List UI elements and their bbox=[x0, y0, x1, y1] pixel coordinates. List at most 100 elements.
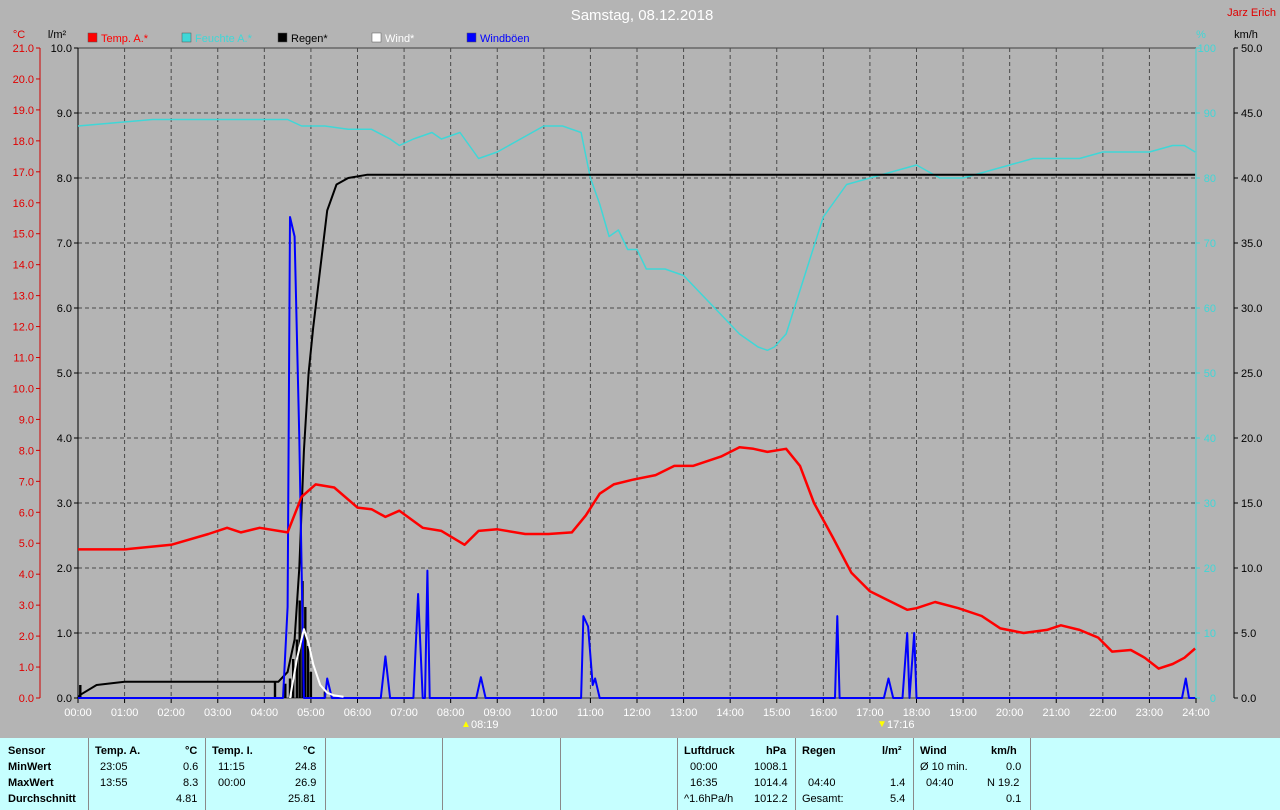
divider bbox=[795, 738, 796, 810]
temp-tick-label: 11.0 bbox=[13, 353, 34, 365]
chart-title: Samstag, 08.12.2018 bbox=[571, 7, 714, 24]
temp-tick-label: 20.0 bbox=[13, 74, 34, 86]
wind-r1-label: Ø 10 min. bbox=[920, 761, 968, 773]
humidity-tick-label: 80 bbox=[1204, 173, 1216, 185]
x-tick-label: 07:00 bbox=[390, 707, 418, 719]
x-tick-label: 19:00 bbox=[949, 707, 977, 719]
x-tick-label: 10:00 bbox=[530, 707, 558, 719]
x-tick-label: 23:00 bbox=[1136, 707, 1164, 719]
wind-tick-label: 30.0 bbox=[1241, 303, 1262, 315]
wind-tick-label: 35.0 bbox=[1241, 238, 1262, 250]
temp-tick-label: 5.0 bbox=[19, 538, 34, 550]
legend-label: Windböen bbox=[480, 33, 530, 45]
wind-r2-value: N 19.2 bbox=[987, 777, 1020, 789]
x-tick-label: 22:00 bbox=[1089, 707, 1117, 719]
pressure-r2-value: 1014.4 bbox=[754, 777, 788, 789]
x-tick-label: 01:00 bbox=[111, 707, 139, 719]
pressure-r1-value: 1008.1 bbox=[754, 761, 788, 773]
divider bbox=[442, 738, 443, 810]
min-row-label: MinWert bbox=[8, 761, 52, 773]
right-axes: 0 10 20 30 40 50 60 70 80 90 100 0.0 5.0 10.0 15.0 20.0… bbox=[1195, 43, 1262, 705]
x-tick-label: 12:00 bbox=[623, 707, 651, 719]
x-tick-label: 13:00 bbox=[670, 707, 698, 719]
wind-tick-label: 40.0 bbox=[1241, 173, 1262, 185]
temp-tick-label: 1.0 bbox=[19, 662, 34, 674]
temp-tick-label: 13.0 bbox=[13, 291, 34, 303]
wind-tick-label: 5.0 bbox=[1241, 628, 1256, 640]
temp-a-unit: °C bbox=[185, 745, 198, 757]
pressure-unit: hPa bbox=[766, 745, 787, 757]
wind-r2-label: 04:40 bbox=[926, 777, 954, 789]
rain-r2-value: 1.4 bbox=[890, 777, 906, 789]
wind-r3-value: 0.1 bbox=[1006, 793, 1022, 805]
x-tick-label: 11:00 bbox=[577, 707, 604, 719]
x-tick-label: 09:00 bbox=[483, 707, 511, 719]
temp-tick-label: 7.0 bbox=[19, 476, 34, 488]
x-tick-label: 15:00 bbox=[763, 707, 791, 719]
humidity-tick-label: 50 bbox=[1204, 368, 1216, 380]
legend-swatch bbox=[181, 32, 192, 43]
x-tick-label: 21:00 bbox=[1042, 707, 1070, 719]
rain-bar bbox=[273, 681, 277, 699]
rain-bar bbox=[309, 672, 313, 698]
rain-tick-label: 4.0 bbox=[57, 433, 72, 445]
temp-tick-label: 10.0 bbox=[13, 383, 34, 395]
rain-header: Regen bbox=[802, 745, 836, 757]
rain-tick-label: 3.0 bbox=[57, 498, 72, 510]
temp-tick-label: 9.0 bbox=[19, 414, 34, 426]
rain-tick-label: 6.0 bbox=[57, 303, 72, 315]
wind-tick-label: 15.0 bbox=[1241, 498, 1262, 510]
sensor-header: Sensor bbox=[8, 745, 46, 757]
x-tick-label: 17:00 bbox=[856, 707, 884, 719]
temp-axis-unit: °C bbox=[13, 29, 25, 41]
humidity-axis-unit: % bbox=[1196, 29, 1206, 41]
temp-tick-label: 2.0 bbox=[19, 631, 34, 643]
divider bbox=[205, 738, 206, 810]
divider bbox=[677, 738, 678, 810]
wind-tick-label: 50.0 bbox=[1241, 43, 1262, 55]
x-tick-label: 08:00 bbox=[437, 707, 465, 719]
wind-tick-label: 45.0 bbox=[1241, 108, 1262, 120]
legend-swatch bbox=[371, 32, 382, 43]
humidity-tick-label: 30 bbox=[1204, 498, 1216, 510]
temp-tick-label: 8.0 bbox=[19, 445, 34, 457]
humidity-tick-label: 60 bbox=[1204, 303, 1216, 315]
temp-tick-label: 21.0 bbox=[13, 43, 34, 55]
legend-label: Regen* bbox=[291, 33, 328, 45]
rain-tick-label: 1.0 bbox=[57, 628, 72, 640]
x-tick-label: 14:00 bbox=[716, 707, 744, 719]
temp-a-max-time: 13:55 bbox=[100, 777, 128, 789]
rain-tick-label: 5.0 bbox=[57, 368, 72, 380]
wind-tick-label: 0.0 bbox=[1241, 693, 1256, 705]
humidity-tick-label: 100 bbox=[1198, 43, 1216, 55]
humidity-tick-label: 40 bbox=[1204, 433, 1216, 445]
pressure-r3-value: 1012.2 bbox=[754, 793, 788, 805]
temp-a-min-value: 0.6 bbox=[183, 761, 199, 773]
legend-swatch bbox=[277, 32, 288, 43]
stats-panel: Sensor MinWert MaxWert Durchschnitt Temp… bbox=[0, 738, 1280, 810]
sunset-marker: ▼ 17:16 bbox=[877, 719, 915, 731]
weather-chart: 0.0 1.0 2.0 3.0 4.0 5.0 6.0 7.0 8.0 9.0 10.0 11.0 12… bbox=[13, 7, 1276, 731]
sunset-time: 17:16 bbox=[887, 719, 915, 731]
x-tick-label: 18:00 bbox=[903, 707, 931, 719]
temp-tick-label: 14.0 bbox=[13, 260, 34, 272]
rain-r3-value: 5.4 bbox=[890, 793, 906, 805]
legend-swatch bbox=[466, 32, 477, 43]
divider bbox=[1030, 738, 1031, 810]
wind-header: Wind bbox=[920, 745, 947, 757]
wind-axis-unit: km/h bbox=[1234, 29, 1258, 41]
temp-a-max-value: 8.3 bbox=[183, 777, 199, 789]
humidity-tick-label: 90 bbox=[1204, 108, 1216, 120]
rain-r3-label: Gesamt: bbox=[802, 793, 844, 805]
wind-tick-label: 25.0 bbox=[1241, 368, 1262, 380]
wind-tick-label: 10.0 bbox=[1241, 563, 1262, 575]
sunset-icon: ▼ bbox=[877, 719, 887, 730]
left-axes: 0.0 1.0 2.0 3.0 4.0 5.0 6.0 7.0 8.0 9.0 10.0 11.0 12… bbox=[13, 43, 79, 705]
x-tick-label: 00:00 bbox=[64, 707, 92, 719]
temp-tick-label: 16.0 bbox=[13, 198, 34, 210]
temp-tick-label: 4.0 bbox=[19, 569, 34, 581]
x-tick-label: 04:00 bbox=[251, 707, 279, 719]
x-axis: 00:00 01:00 02:00 03:00 04:00 05:00 06:00 07:00… bbox=[64, 698, 1210, 719]
legend-label: Feuchte A.* bbox=[195, 33, 253, 45]
legend-swatch bbox=[87, 32, 98, 43]
